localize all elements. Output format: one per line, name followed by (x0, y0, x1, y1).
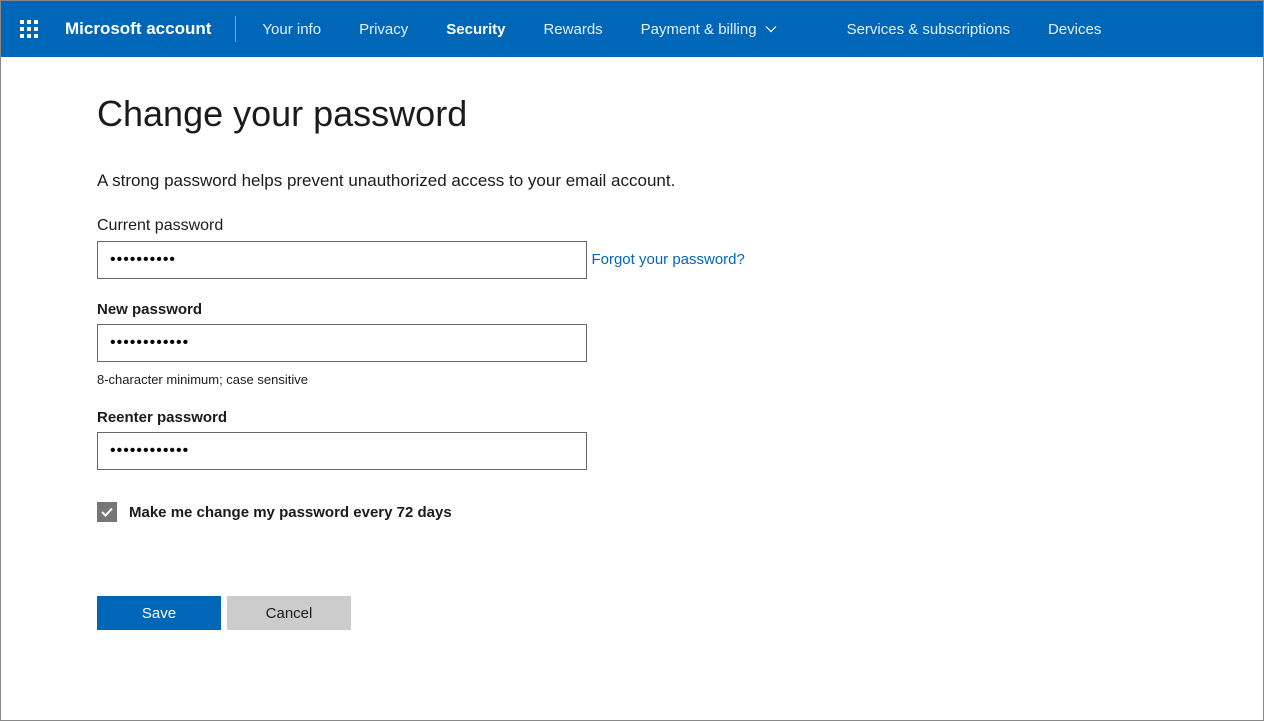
checkmark-icon (100, 505, 114, 519)
brand-link[interactable]: Microsoft account (65, 19, 235, 39)
save-button[interactable]: Save (97, 596, 221, 630)
nav-devices[interactable]: Devices (1030, 13, 1119, 46)
chevron-down-icon (765, 23, 777, 35)
nav-rewards[interactable]: Rewards (525, 13, 620, 46)
new-password-label: New password (97, 301, 1263, 318)
page-description: A strong password helps prevent unauthor… (97, 171, 1263, 191)
nav-security[interactable]: Security (428, 13, 523, 46)
main-content: Change your password A strong password h… (1, 57, 1263, 630)
nav-payment-billing[interactable]: Payment & billing (623, 13, 795, 46)
current-password-input[interactable] (97, 241, 587, 279)
current-password-label: Current password (97, 217, 1263, 235)
new-password-hint: 8-character minimum; case sensitive (97, 372, 1263, 387)
primary-nav: Your info Privacy Security Rewards Payme… (244, 13, 1119, 46)
current-password-group: Current password Forgot your password? (97, 217, 1263, 279)
app-launcher-button[interactable] (9, 9, 49, 49)
nav-services-subscriptions[interactable]: Services & subscriptions (829, 13, 1028, 46)
waffle-icon (20, 20, 38, 38)
new-password-group: New password 8-character minimum; case s… (97, 301, 1263, 387)
reenter-password-group: Reenter password (97, 409, 1263, 470)
password-expiry-label: Make me change my password every 72 days (129, 504, 452, 521)
nav-privacy[interactable]: Privacy (341, 13, 426, 46)
cancel-button[interactable]: Cancel (227, 596, 351, 630)
nav-divider (235, 16, 236, 42)
password-expiry-checkbox[interactable] (97, 502, 117, 522)
nav-your-info[interactable]: Your info (244, 13, 339, 46)
form-actions: Save Cancel (97, 596, 1263, 630)
forgot-password-link[interactable]: Forgot your password? (591, 251, 744, 268)
new-password-input[interactable] (97, 324, 587, 362)
reenter-password-label: Reenter password (97, 409, 1263, 426)
page-title: Change your password (97, 93, 1263, 135)
password-expiry-row: Make me change my password every 72 days (97, 502, 1263, 522)
top-navigation-bar: Microsoft account Your info Privacy Secu… (1, 1, 1263, 57)
nav-payment-billing-label: Payment & billing (641, 21, 757, 38)
reenter-password-input[interactable] (97, 432, 587, 470)
